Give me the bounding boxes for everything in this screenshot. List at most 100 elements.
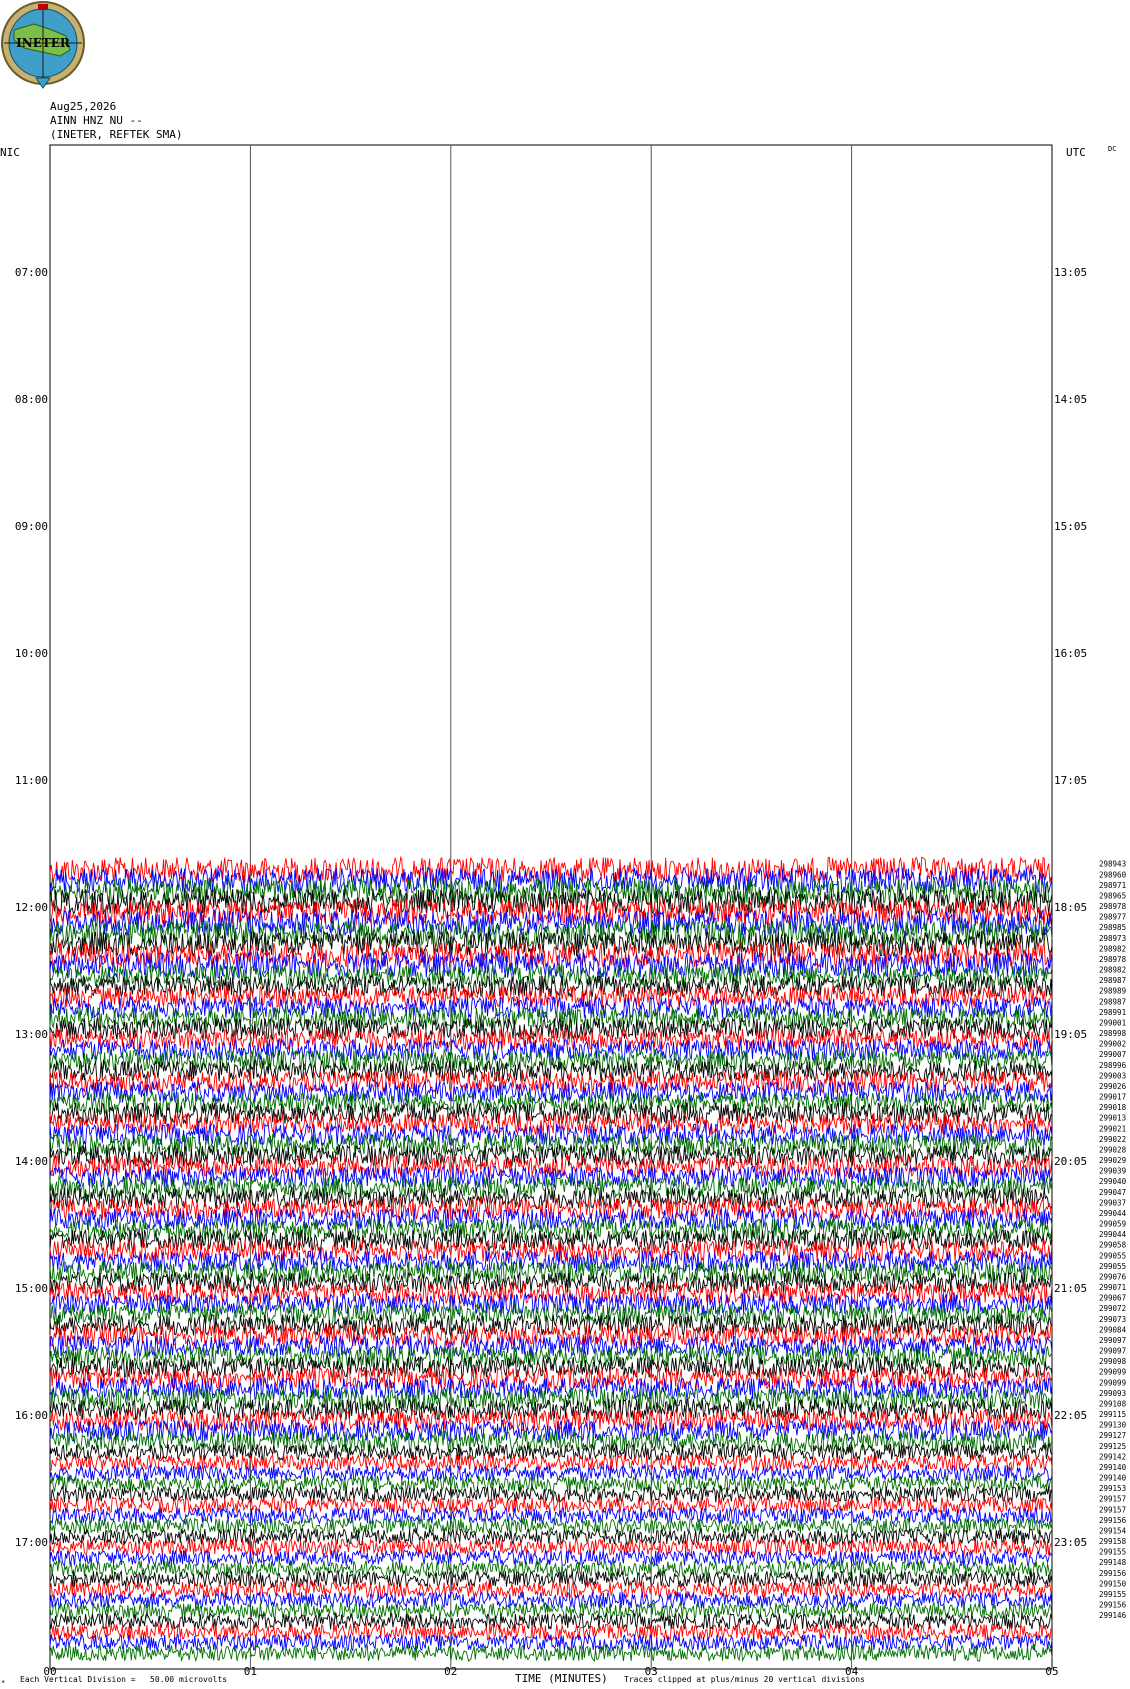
trace-value-label: 299003 <box>1099 1071 1126 1080</box>
trace-value-label: 298965 <box>1099 891 1126 900</box>
trace-value-label: 299127 <box>1099 1431 1126 1440</box>
plot-date: Aug25,2026 <box>50 100 116 113</box>
trace-line <box>49 1386 1053 1412</box>
right-timezone: UTC <box>1066 146 1086 159</box>
trace-value-label: 299071 <box>1099 1283 1126 1292</box>
trace-value-label: 299098 <box>1099 1357 1127 1366</box>
trace-value-label: 298977 <box>1099 913 1126 922</box>
trace-value-label: 299155 <box>1099 1590 1126 1599</box>
trace-value-label: 298987 <box>1099 997 1126 1006</box>
right-hour-label: 16:05 <box>1054 647 1087 660</box>
trace-value-label: 299097 <box>1099 1336 1126 1345</box>
right-hour-label: 17:05 <box>1054 774 1087 787</box>
trace-line <box>49 1101 1053 1126</box>
logo-text: INETER <box>16 36 71 50</box>
trace-value-label: 299017 <box>1099 1093 1126 1102</box>
trace-value-label: 299156 <box>1099 1516 1127 1525</box>
trace-value-label: 298998 <box>1099 1029 1127 1038</box>
trace-value-label: 298987 <box>1099 976 1126 985</box>
left-hour-label: 08:00 <box>15 393 48 406</box>
left-hour-label: 15:00 <box>15 1282 48 1295</box>
ineter-logo: INETER <box>1 1 85 89</box>
trace-value-label: 299130 <box>1099 1421 1127 1430</box>
trace-value-label: 299021 <box>1099 1124 1126 1133</box>
trace-value-label: 298982 <box>1099 944 1126 953</box>
trace-line <box>49 1611 1053 1631</box>
trace-value-label: 299115 <box>1099 1410 1126 1419</box>
trace-value-label: 299084 <box>1099 1325 1127 1334</box>
helicorder-plot: INETER Aug25,2026 AINN HNZ NU -- (INETER… <box>0 1 1127 1687</box>
trace-value-label: 299140 <box>1099 1463 1127 1472</box>
seismic-traces <box>49 855 1053 1663</box>
left-hour-label: 13:00 <box>15 1028 48 1041</box>
trace-value-label: 299158 <box>1099 1537 1127 1546</box>
left-hour-label: 07:00 <box>15 266 48 279</box>
left-hour-label: 14:00 <box>15 1155 48 1168</box>
station-channel: AINN HNZ NU -- <box>50 114 143 127</box>
trace-value-label: 299076 <box>1099 1272 1127 1281</box>
trace-line <box>49 1291 1053 1316</box>
trace-line <box>49 1091 1053 1115</box>
trace-line <box>49 1632 1053 1652</box>
trace-value-label: 298978 <box>1099 902 1127 911</box>
trace-value-label: 299142 <box>1099 1452 1126 1461</box>
trace-value-label: 299059 <box>1099 1220 1126 1229</box>
trace-value-label: 299044 <box>1099 1209 1127 1218</box>
trace-value-label: 299146 <box>1099 1611 1127 1620</box>
clip-note: Traces clipped at plus/minus 20 vertical… <box>624 1675 865 1684</box>
x-tick-label: 05 <box>1045 1665 1058 1678</box>
left-hour-label: 12:00 <box>15 901 48 914</box>
trace-value-label: 299099 <box>1099 1368 1126 1377</box>
trace-value-label: 298960 <box>1099 870 1127 879</box>
trace-line <box>49 1366 1053 1390</box>
vertical-scale-note: Each Vertical Division = 50.00 microvolt… <box>20 1675 227 1684</box>
trace-value-label: 299150 <box>1099 1579 1127 1588</box>
right-hour-label: 15:05 <box>1054 520 1087 533</box>
trace-value-label: 299093 <box>1099 1389 1126 1398</box>
trace-value-label: 299018 <box>1099 1103 1127 1112</box>
trace-value-label: 299007 <box>1099 1050 1126 1059</box>
right-hour-label: 18:05 <box>1054 901 1087 914</box>
left-hour-label: 10:00 <box>15 647 48 660</box>
trace-value-label: 299044 <box>1099 1230 1127 1239</box>
trace-line <box>49 1418 1053 1443</box>
trace-value-label: 299156 <box>1099 1601 1127 1610</box>
trace-value-label: 299002 <box>1099 1040 1126 1049</box>
right-hour-label: 13:05 <box>1054 266 1087 279</box>
trace-value-label: 299022 <box>1099 1135 1126 1144</box>
trace-value-label: 299040 <box>1099 1177 1127 1186</box>
x-tick-label: 02 <box>444 1665 457 1678</box>
trace-value-label: 299028 <box>1099 1145 1127 1154</box>
left-hour-label: 09:00 <box>15 520 48 533</box>
trace-value-label: 299013 <box>1099 1114 1126 1123</box>
right-hour-label: 21:05 <box>1054 1282 1087 1295</box>
trace-value-label: 299055 <box>1099 1251 1126 1260</box>
trace-line <box>49 1133 1053 1158</box>
trace-value-label: 298989 <box>1099 987 1126 996</box>
trace-value-label: 299001 <box>1099 1018 1126 1027</box>
trace-line <box>49 1463 1053 1483</box>
trace-value-label: 299156 <box>1099 1569 1127 1578</box>
right-hour-label: 19:05 <box>1054 1028 1087 1041</box>
trace-line <box>49 1548 1053 1567</box>
trace-value-label: 299154 <box>1099 1526 1127 1535</box>
trace-value-label: 299155 <box>1099 1548 1126 1557</box>
trace-value-label: 298996 <box>1099 1061 1127 1070</box>
trace-value-label: 299067 <box>1099 1294 1126 1303</box>
trace-value-label: 298973 <box>1099 934 1126 943</box>
trace-value-label: 298943 <box>1099 860 1126 869</box>
trace-value-label: 299157 <box>1099 1495 1126 1504</box>
trace-value-label: 299108 <box>1099 1399 1127 1408</box>
right-hour-label: 20:05 <box>1054 1155 1087 1168</box>
trace-value-label: 299072 <box>1099 1304 1126 1313</box>
trace-value-label: 298982 <box>1099 966 1126 975</box>
trace-value-label: 298971 <box>1099 881 1126 890</box>
trace-value-label: 299058 <box>1099 1241 1127 1250</box>
trace-value-label: 299125 <box>1099 1442 1126 1451</box>
trace-value-label: 299097 <box>1099 1347 1126 1356</box>
trace-value-label: 298985 <box>1099 923 1126 932</box>
trace-value-label: 299029 <box>1099 1156 1126 1165</box>
trace-value-label: 299055 <box>1099 1262 1126 1271</box>
right-hour-label: 23:05 <box>1054 1536 1087 1549</box>
left-hour-label: 11:00 <box>15 774 48 787</box>
